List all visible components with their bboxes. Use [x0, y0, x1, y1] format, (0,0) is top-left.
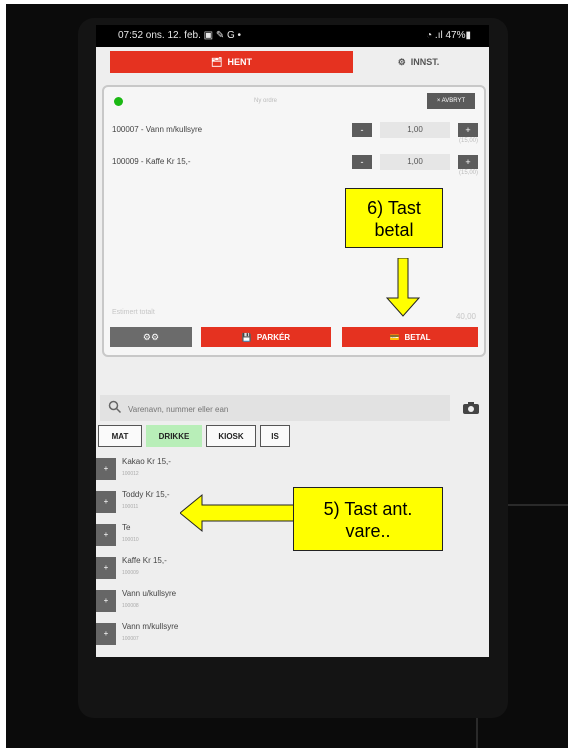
- betal-button[interactable]: 💳 BETAL: [342, 327, 478, 347]
- tab-hent-label: HENT: [227, 57, 252, 67]
- search-bar: [100, 395, 450, 421]
- order-line: 100007 - Vann m/kullsyre - 1,00 + (15,00…: [112, 119, 478, 149]
- add-product-button[interactable]: +: [96, 524, 116, 546]
- decrease-button[interactable]: -: [352, 155, 372, 169]
- callout-step6: 6) Tast betal: [345, 188, 443, 248]
- category-drikke[interactable]: DRIKKE: [146, 425, 202, 447]
- product-item[interactable]: + Vann u/kullsyre 100008: [96, 587, 489, 620]
- parker-button[interactable]: 💾 PARKÉR: [201, 327, 331, 347]
- estimated-total-value: 40,00: [455, 312, 476, 321]
- product-number: 100010: [122, 537, 139, 543]
- product-number: 100008: [122, 603, 139, 609]
- product-name: Vann m/kullsyre: [122, 622, 179, 631]
- app-screen: 07:52 ons. 12. feb. ▣ ✎ G • ◔ .ıl 47%▮ 🗂…: [96, 25, 489, 657]
- signal-icon: ◔ .ıl: [426, 30, 446, 41]
- product-name: Te: [122, 523, 131, 532]
- cancel-button[interactable]: × AVBRYT: [427, 93, 475, 109]
- product-number: 100007: [122, 636, 139, 642]
- add-product-button[interactable]: +: [96, 491, 116, 513]
- gears-icon: ⚙⚙: [142, 331, 160, 342]
- callout-step6-line1: 6) Tast: [367, 198, 421, 218]
- product-item[interactable]: + Kaffe Kr 15,- 100009: [96, 554, 489, 587]
- product-name: Kakao Kr 15,-: [122, 457, 171, 466]
- status-time: 07:52 ons. 12. feb. ▣ ✎ G •: [118, 30, 242, 41]
- save-icon: 💾: [241, 332, 252, 342]
- battery-level: 47%: [445, 30, 466, 41]
- order-status: Ny ordre: [254, 98, 278, 104]
- add-product-button[interactable]: +: [96, 557, 116, 579]
- status-bar: 07:52 ons. 12. feb. ▣ ✎ G • ◔ .ıl 47%▮: [96, 25, 489, 47]
- product-number: 100011: [122, 504, 139, 510]
- order-settings-button[interactable]: ⚙⚙: [110, 327, 192, 347]
- top-tabs: 🗂 HENT ⚙ INNST.: [96, 47, 489, 77]
- product-name: Vann u/kullsyre: [122, 589, 177, 598]
- add-product-button[interactable]: +: [96, 590, 116, 612]
- product-item[interactable]: + Kakao Kr 15,- 100012: [96, 455, 489, 488]
- decrease-button[interactable]: -: [352, 123, 372, 137]
- search-input[interactable]: [126, 400, 430, 418]
- category-mat[interactable]: MAT: [98, 425, 142, 447]
- order-line-name: 100009 - Kaffe Kr 15,-: [112, 157, 191, 166]
- battery-indicator: ◔ .ıl 47%▮: [426, 30, 471, 41]
- add-product-button[interactable]: +: [96, 458, 116, 480]
- order-line-price: (15,00): [458, 138, 478, 144]
- product-number: 100012: [122, 471, 139, 477]
- product-name: Kaffe Kr 15,-: [122, 556, 167, 565]
- callout-step6-line2: betal: [374, 220, 414, 240]
- parker-label: PARKÉR: [256, 332, 291, 342]
- arrow-down-icon: [385, 258, 421, 317]
- arrow-left-icon: [180, 493, 295, 533]
- battery-icon: ▮: [465, 30, 471, 41]
- search-icon: [108, 400, 122, 414]
- gear-icon: ⚙: [397, 56, 406, 67]
- callout-step5-line1: 5) Tast ant.: [323, 499, 413, 519]
- status-dot: [114, 97, 123, 106]
- order-line-price: (15,00): [458, 170, 478, 176]
- tab-hent[interactable]: 🗂 HENT: [110, 51, 353, 73]
- quantity-field[interactable]: 1,00: [380, 122, 450, 138]
- product-name: Toddy Kr 15,-: [122, 490, 170, 499]
- order-line: 100009 - Kaffe Kr 15,- - 1,00 + (15,00): [112, 151, 478, 181]
- tab-innst[interactable]: ⚙ INNST.: [361, 51, 476, 73]
- product-item[interactable]: + Vann m/kullsyre 100007: [96, 620, 489, 653]
- camera-icon[interactable]: [462, 401, 480, 415]
- quantity-field[interactable]: 1,00: [380, 154, 450, 170]
- increase-button[interactable]: +: [458, 155, 478, 169]
- betal-label: BETAL: [404, 332, 431, 342]
- tab-innst-label: INNST.: [410, 57, 440, 67]
- category-tabs: MAT DRIKKE KIOSK IS: [96, 425, 489, 447]
- order-line-name: 100007 - Vann m/kullsyre: [112, 125, 203, 134]
- estimated-total-label: Estimert totalt: [112, 309, 155, 316]
- callout-step5-line2: vare..: [345, 521, 391, 541]
- category-kiosk[interactable]: KIOSK: [206, 425, 256, 447]
- payment-icon: 💳: [389, 332, 400, 342]
- product-number: 100009: [122, 570, 139, 576]
- add-product-button[interactable]: +: [96, 623, 116, 645]
- increase-button[interactable]: +: [458, 123, 478, 137]
- order-actions: ⚙⚙ 💾 PARKÉR 💳 BETAL: [110, 327, 478, 347]
- receipt-icon: 🗂: [211, 56, 223, 67]
- callout-step5: 5) Tast ant. vare..: [293, 487, 443, 551]
- category-is[interactable]: IS: [260, 425, 290, 447]
